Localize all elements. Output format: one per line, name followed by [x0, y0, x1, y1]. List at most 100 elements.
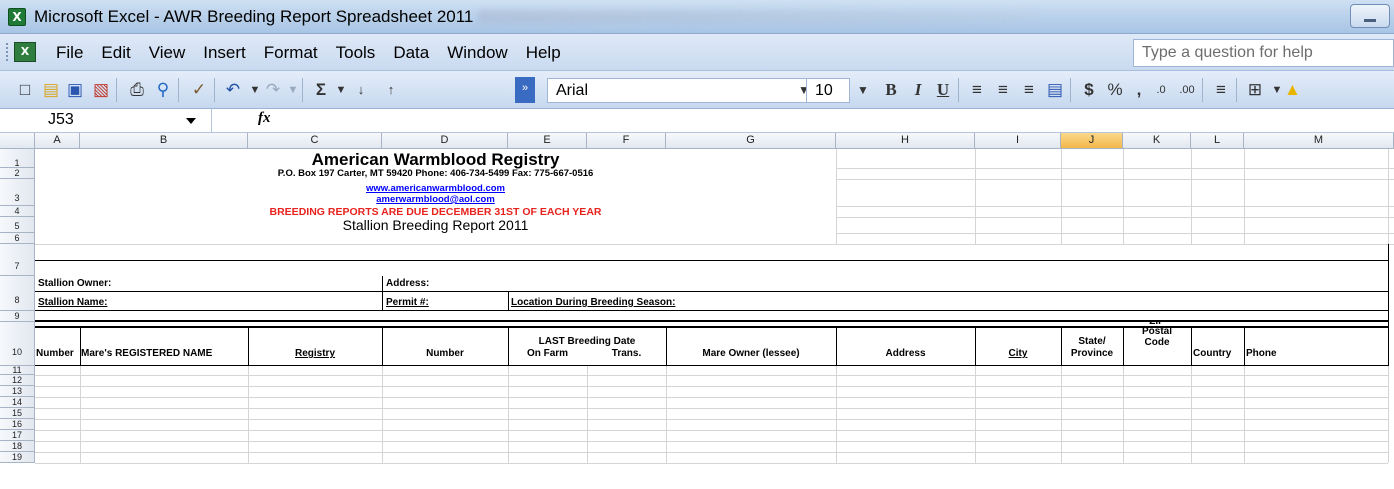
row-header-18[interactable]: 18 — [0, 441, 35, 452]
row-header-14[interactable]: 14 — [0, 397, 35, 408]
decrease-decimal-icon[interactable]: .00 — [1176, 79, 1198, 101]
print-preview-icon[interactable]: ⚲ — [152, 79, 174, 101]
menu-data[interactable]: Data — [393, 43, 429, 63]
spelling-icon[interactable]: ✓ — [188, 79, 210, 101]
new-document-icon[interactable]: □ — [14, 79, 36, 101]
row-header-17[interactable]: 17 — [0, 430, 35, 441]
row-header-16[interactable]: 16 — [0, 419, 35, 430]
print-icon[interactable]: ⎙ — [126, 79, 148, 101]
row-header-9[interactable]: 9 — [0, 311, 35, 322]
borders-icon[interactable]: ⊞ — [1244, 79, 1266, 101]
save-icon[interactable]: ▣ — [64, 79, 86, 101]
comma-style-icon[interactable]: , — [1128, 79, 1150, 101]
indent-icon[interactable]: ≡ — [1210, 79, 1232, 101]
row-header-19[interactable]: 19 — [0, 452, 35, 463]
gridline — [975, 366, 976, 463]
menu-items: File Edit View Insert Format Tools Data … — [56, 43, 579, 63]
column-header-b[interactable]: B — [80, 133, 248, 149]
menu-help[interactable]: Help — [526, 43, 561, 63]
menu-file[interactable]: File — [56, 43, 83, 63]
redo-icon[interactable]: ↷ — [262, 79, 284, 101]
form-border — [35, 365, 1388, 366]
redo-dropdown-icon[interactable]: ▼ — [282, 79, 304, 101]
row-header-2[interactable]: 2 — [0, 168, 35, 179]
worksheet[interactable]: A B C D E F G H I J K L M 1 2 3 4 5 6 7 … — [0, 133, 1394, 489]
function-icon[interactable]: fx — [258, 110, 271, 127]
column-header-a[interactable]: A — [35, 133, 80, 149]
row-header-1[interactable]: 1 — [0, 149, 35, 168]
increase-decimal-icon[interactable]: .0 — [1150, 79, 1172, 101]
row-header-15[interactable]: 15 — [0, 408, 35, 419]
column-header-e[interactable]: E — [508, 133, 587, 149]
align-right-icon[interactable]: ≡ — [1018, 79, 1040, 101]
autosum-icon[interactable]: Σ — [310, 79, 332, 101]
column-header-l[interactable]: L — [1191, 133, 1244, 149]
toolbar-options-icon[interactable]: » — [515, 77, 535, 103]
open-folder-icon[interactable]: ▤ — [40, 79, 62, 101]
registry-email-link[interactable]: amerwarmblood@aol.com — [35, 194, 836, 205]
column-header-k[interactable]: K — [1123, 133, 1191, 149]
column-header-i[interactable]: I — [975, 133, 1061, 149]
minimize-button[interactable] — [1350, 4, 1390, 28]
permit-label: Permit #: — [386, 297, 429, 308]
menu-tools[interactable]: Tools — [336, 43, 376, 63]
currency-icon[interactable]: $ — [1078, 79, 1100, 101]
autosum-dropdown-icon[interactable]: ▼ — [330, 79, 352, 101]
permission-icon[interactable]: ▧ — [90, 79, 112, 101]
name-box[interactable]: J53 — [0, 109, 212, 133]
gridline — [1388, 366, 1389, 463]
menu-grip[interactable] — [6, 43, 9, 61]
header-mare-owner: Mare Owner (lessee) — [702, 348, 800, 359]
bold-icon[interactable]: B — [880, 79, 902, 101]
row-header-12[interactable]: 12 — [0, 375, 35, 386]
align-left-icon[interactable]: ≡ — [966, 79, 988, 101]
font-name-select[interactable]: Arial — [547, 78, 819, 103]
row-header-8[interactable]: 8 — [0, 276, 35, 311]
percent-icon[interactable]: % — [1104, 79, 1126, 101]
merge-center-icon[interactable]: ▤ — [1044, 79, 1066, 101]
menu-view[interactable]: View — [149, 43, 186, 63]
column-header-m[interactable]: M — [1244, 133, 1394, 149]
menu-edit[interactable]: Edit — [101, 43, 130, 63]
help-search-input[interactable]: Type a question for help — [1133, 39, 1394, 67]
row-header-6[interactable]: 6 — [0, 233, 35, 244]
row-header-13[interactable]: 13 — [0, 386, 35, 397]
menu-window[interactable]: Window — [447, 43, 507, 63]
undo-icon[interactable]: ↶ — [222, 79, 244, 101]
underline-icon[interactable]: U — [932, 79, 954, 101]
fill-color-icon[interactable]: ▲ — [1284, 79, 1301, 101]
column-header-h[interactable]: H — [836, 133, 975, 149]
row-header-4[interactable]: 4 — [0, 206, 35, 217]
italic-icon[interactable]: I — [907, 79, 929, 101]
row-header-10[interactable]: 10 — [0, 322, 35, 366]
column-header-d[interactable]: D — [382, 133, 508, 149]
sort-descending-icon[interactable]: ↑ — [380, 79, 402, 101]
excel-app-icon[interactable]: X — [8, 8, 26, 26]
header-code: Code — [1144, 337, 1170, 348]
toolbar-separator — [1236, 78, 1237, 102]
column-header-g[interactable]: G — [666, 133, 836, 149]
font-size-select[interactable]: 10 — [806, 78, 850, 103]
document-icon[interactable]: X — [14, 42, 36, 62]
row-header-7[interactable]: 7 — [0, 244, 35, 276]
menu-format[interactable]: Format — [264, 43, 318, 63]
gridline — [1123, 366, 1124, 463]
sort-ascending-icon[interactable]: ↓ — [350, 79, 372, 101]
row-header-3[interactable]: 3 — [0, 179, 35, 206]
column-header-j[interactable]: J — [1061, 133, 1123, 149]
menu-insert[interactable]: Insert — [203, 43, 246, 63]
column-header-c[interactable]: C — [248, 133, 382, 149]
row-header-11[interactable]: 11 — [0, 366, 35, 375]
row-header-5[interactable]: 5 — [0, 217, 35, 233]
gridline — [35, 430, 1388, 431]
gridline — [80, 366, 81, 463]
column-header-f[interactable]: F — [587, 133, 666, 149]
name-box-dropdown-icon[interactable] — [186, 118, 196, 124]
align-center-icon[interactable]: ≡ — [992, 79, 1014, 101]
window-title: Microsoft Excel - AWR Breeding Report Sp… — [34, 7, 474, 26]
select-all-corner[interactable] — [0, 133, 35, 149]
font-size-dropdown-icon[interactable]: ▼ — [852, 79, 874, 101]
gridline — [836, 206, 1394, 207]
toolbar: □ ▤ ▣ ▧ ⎙ ⚲ ✓ ↶ ▼ ↷ ▼ Σ ▼ ↓ ↑ » Arial ▼ … — [0, 71, 1394, 109]
registry-website-link[interactable]: www.americanwarmblood.com — [35, 183, 836, 194]
